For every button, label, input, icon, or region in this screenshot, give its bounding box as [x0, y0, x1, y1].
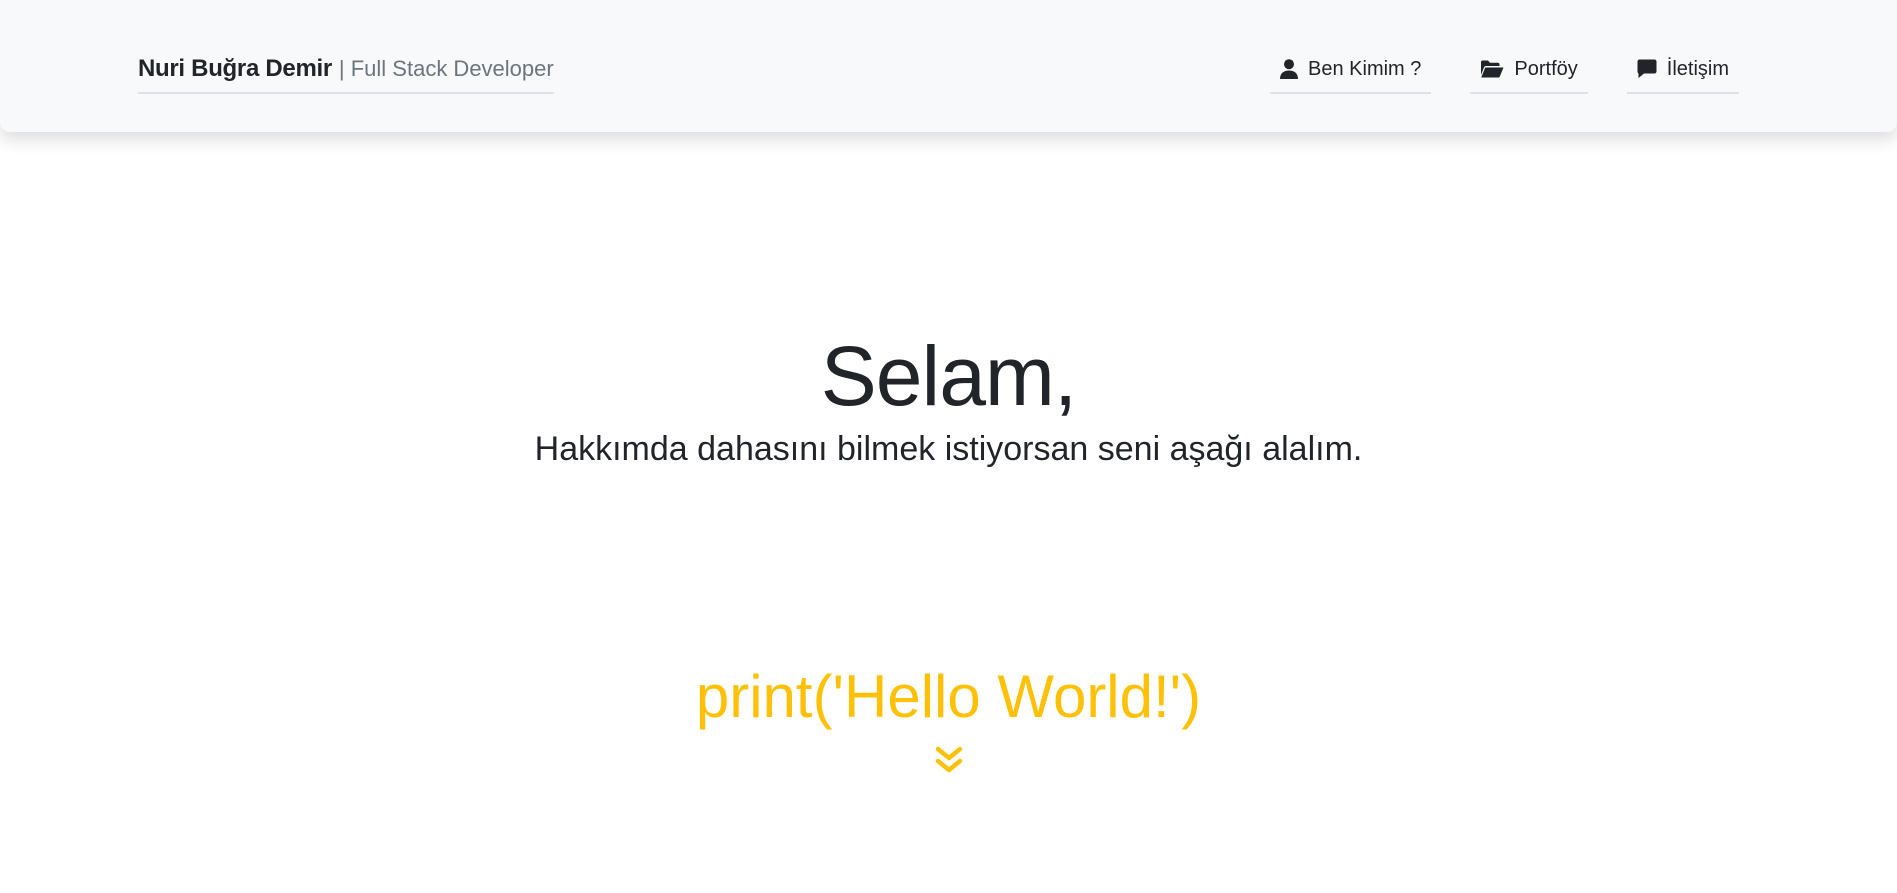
- nav-link-portfolio-label: Portföy: [1514, 57, 1578, 80]
- nav-link-about-label: Ben Kimim ?: [1308, 57, 1422, 80]
- navbar: Nuri Buğra Demir | Full Stack Developer …: [0, 0, 1897, 132]
- brand-name: Nuri Buğra Demir: [138, 55, 332, 82]
- brand-tagline: | Full Stack Developer: [338, 56, 554, 81]
- nav-link-portfolio[interactable]: Portföy: [1470, 48, 1588, 94]
- hero-subtitle: Hakkımda dahasını bilmek istiyorsan seni…: [534, 430, 1363, 468]
- comment-icon: [1637, 59, 1657, 78]
- folder-open-icon: [1481, 60, 1504, 78]
- user-icon: [1280, 59, 1299, 79]
- hero-section: Selam, Hakkımda dahasını bilmek istiyors…: [0, 132, 1897, 893]
- nav-link-about[interactable]: Ben Kimim ?: [1270, 48, 1432, 94]
- brand-link[interactable]: Nuri Buğra Demir | Full Stack Developer: [138, 48, 554, 94]
- hello-world-code: print('Hello World!'): [695, 663, 1202, 730]
- chevron-double-down-icon[interactable]: [933, 744, 965, 776]
- hero-title: Selam,: [820, 329, 1077, 423]
- nav-link-contact-label: İletişim: [1666, 57, 1729, 80]
- nav-links: Ben Kimim ? Portföy İletişim: [1270, 48, 1739, 94]
- nav-link-contact[interactable]: İletişim: [1626, 48, 1739, 94]
